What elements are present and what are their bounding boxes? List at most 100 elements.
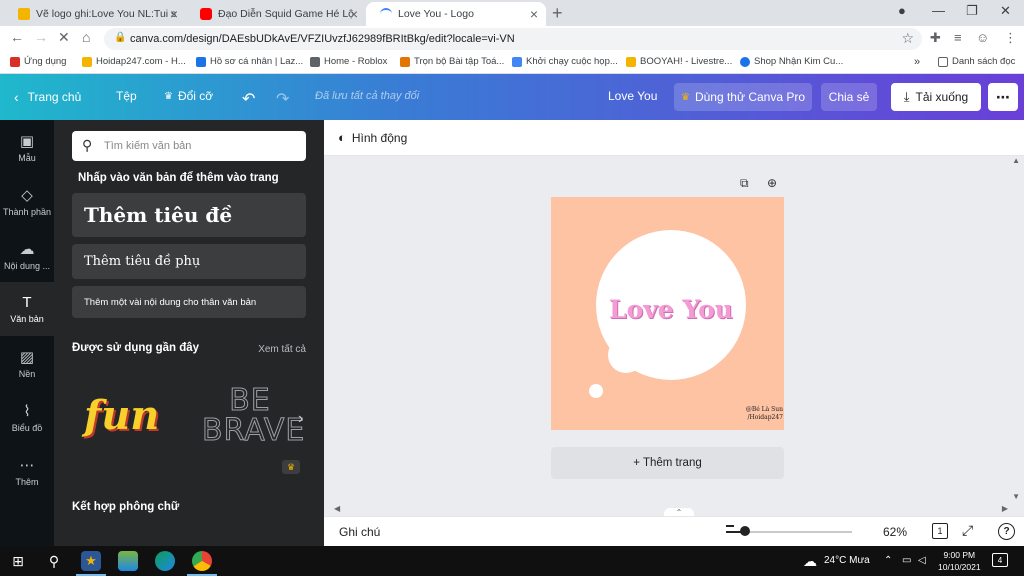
forward-icon[interactable]: → (34, 29, 48, 45)
window-close-icon[interactable]: ✕ (1000, 3, 1011, 19)
browser-tab[interactable]: Vẽ logo ghi:Love You NL:Tui sẽ mở × (4, 2, 186, 26)
network-icon[interactable]: ▭ (902, 555, 911, 566)
bookmark-star-icon[interactable]: ☆ (901, 30, 914, 47)
restore-icon[interactable]: ❐ (966, 3, 978, 19)
design-watermark[interactable]: @Bé Là Sun /Hoidap247 (746, 406, 783, 422)
bluestacks-icon[interactable] (118, 551, 138, 571)
rail-item-elements[interactable]: ◇ Thành phần (0, 174, 54, 228)
reading-list[interactable]: Danh sách đọc (938, 56, 1015, 67)
rail-item-uploads[interactable]: ☁ Nội dung ... (0, 228, 54, 282)
see-all-link[interactable]: Xem tất cả (258, 344, 306, 355)
file-menu-button[interactable]: Tệp (116, 89, 137, 103)
notification-icon[interactable]: 4 (992, 553, 1008, 567)
home-button[interactable]: ‹ Trang chủ (14, 89, 81, 105)
add-body-text-button[interactable]: Thêm một vài nội dung cho thân văn bản (72, 286, 306, 318)
share-button[interactable]: Chia sẻ (821, 83, 877, 111)
rail-item-background[interactable]: ▨ Nền (0, 336, 54, 390)
canvas-toolbar: ◐ Hình động (324, 120, 1024, 156)
animate-button[interactable]: ◐ Hình động (338, 130, 407, 145)
menu-icon[interactable]: ⋮ (1004, 30, 1017, 46)
bookmark-label: Shop Nhận Kim Cu... (754, 56, 844, 67)
minimize-icon[interactable]: — (932, 3, 945, 18)
bookmark-item[interactable]: Khởi chạy cuộc họp... (512, 56, 618, 67)
try-pro-button[interactable]: ♛ Dùng thử Canva Pro (674, 83, 812, 111)
address-bar[interactable]: 🔒 canva.com/design/DAEsbUDkAvE/VFZIUvzfJ… (104, 28, 922, 50)
bookmark-item[interactable]: Ứng dụng (10, 56, 66, 67)
search-icon[interactable]: ⚲ (44, 551, 64, 571)
tray-overflow-icon[interactable]: ⌃ (884, 555, 892, 566)
weather-text[interactable]: 24°C Mưa (824, 555, 870, 566)
add-page-icon[interactable]: ⊕ (767, 176, 777, 190)
bookmark-label: BOOYAH! - Livestre... (640, 56, 733, 67)
canvas-workspace: ▲ ⧉ ⊕ Love You @Bé Là Sun /Hoidap247 + T… (324, 156, 1024, 517)
rail-item-templates[interactable]: ▣ Mẫu (0, 120, 54, 174)
zoom-value[interactable]: 62% (883, 525, 907, 539)
search-input[interactable]: ⚲ Tìm kiếm văn bản (72, 131, 306, 161)
rail-item-more[interactable]: ⋯ Thêm (0, 444, 54, 498)
design-page[interactable]: Love You @Bé Là Sun /Hoidap247 (551, 197, 784, 430)
weather-icon[interactable]: ☁ (800, 551, 820, 571)
scroll-up-icon[interactable]: ▲ (1012, 156, 1020, 165)
bookmark-item[interactable]: Home - Roblox (310, 56, 387, 67)
star-app-icon[interactable]: ★ (81, 551, 101, 571)
help-icon[interactable]: ? (998, 523, 1015, 540)
bookmark-label: Trọn bộ Bài tập Toá... (414, 56, 505, 67)
bookmarks-overflow[interactable]: » (914, 56, 920, 68)
document-title[interactable]: Love You (608, 89, 657, 103)
try-pro-label: Dùng thử Canva Pro (694, 90, 806, 104)
stop-icon[interactable]: ✕ (58, 29, 70, 46)
bookmark-item[interactable]: Hoidap247.com - H... (82, 56, 186, 67)
bookmark-item[interactable]: Hồ sơ cá nhân | Laz... (196, 56, 303, 67)
zoom-out-icon[interactable] (726, 525, 734, 527)
rail-item-text[interactable]: T Văn bản (0, 282, 54, 336)
bubble-dot-small[interactable] (589, 384, 603, 398)
page-count-icon[interactable]: 1 (932, 523, 948, 539)
media-icon[interactable]: ≡ (954, 30, 962, 45)
design-title-text[interactable]: Love You (596, 295, 746, 324)
resize-button[interactable]: ♛ Đổi cỡ (164, 89, 213, 103)
chrome-icon[interactable] (192, 551, 212, 571)
text-sample-fun[interactable]: fun (84, 392, 159, 439)
add-heading-button[interactable]: Thêm tiêu đề (72, 193, 306, 237)
scroll-left-icon[interactable]: ◀ (334, 504, 340, 513)
browser-tab-active[interactable]: Love You - Logo × (366, 2, 546, 26)
close-icon[interactable]: × (170, 6, 178, 22)
avatar-icon[interactable]: ☺ (976, 30, 989, 45)
windows-start-icon[interactable]: ⊞ (8, 551, 28, 571)
text-sample-brave[interactable]: BE BRAVE (202, 385, 305, 446)
add-subheading-button[interactable]: Thêm tiêu đề phụ (72, 244, 306, 279)
close-icon[interactable]: × (530, 6, 538, 22)
home-icon[interactable]: ⌂ (82, 29, 90, 45)
duplicate-page-icon[interactable]: ⧉ (740, 176, 749, 191)
rail-label: Nền (18, 368, 36, 379)
rail-label: Mẫu (18, 152, 36, 163)
scroll-down-icon[interactable]: ▼ (1012, 492, 1020, 501)
scroll-right-icon[interactable]: ▶ (1002, 504, 1008, 513)
edge-icon[interactable] (155, 551, 175, 571)
rail-item-charts[interactable]: ⌇ Biểu đồ (0, 390, 54, 444)
close-icon[interactable]: × (350, 6, 358, 22)
notes-drawer-handle[interactable]: ⌃ (664, 508, 694, 517)
bookmark-item[interactable]: BOOYAH! - Livestre... (626, 56, 732, 67)
lock-icon[interactable]: 🔒 (114, 32, 126, 43)
redo-icon[interactable]: ↷ (276, 89, 289, 109)
volume-icon[interactable]: ◁ (918, 555, 926, 566)
extensions-icon[interactable]: ✚ (930, 30, 941, 46)
download-button[interactable]: ⤓ Tải xuống (891, 83, 981, 111)
system-clock[interactable]: 9:00 PM 10/10/2021 (938, 549, 981, 573)
notes-button[interactable]: Ghi chú (339, 525, 380, 539)
browser-tab[interactable]: Đạo Diễn Squid Game Hé Lộ × (186, 2, 366, 26)
new-tab-icon[interactable]: + (552, 3, 563, 24)
fullscreen-icon[interactable]: ⤢ (962, 522, 973, 539)
back-icon[interactable]: ← (10, 29, 24, 45)
bubble-dot-large[interactable] (608, 337, 644, 373)
add-page-button[interactable]: + Thêm trang (551, 447, 784, 479)
zoom-slider-handle[interactable] (740, 526, 750, 536)
undo-icon[interactable]: ↶ (242, 89, 255, 109)
profile-icon[interactable]: ● (898, 3, 906, 18)
bookmark-item[interactable]: Shop Nhận Kim Cu... (740, 56, 843, 67)
chevron-right-icon[interactable]: › (298, 410, 303, 428)
bookmark-item[interactable]: Trọn bộ Bài tập Toá... (400, 56, 504, 67)
chart-icon: ⌇ (23, 402, 31, 420)
more-options-icon[interactable]: ⋯ (988, 83, 1018, 111)
